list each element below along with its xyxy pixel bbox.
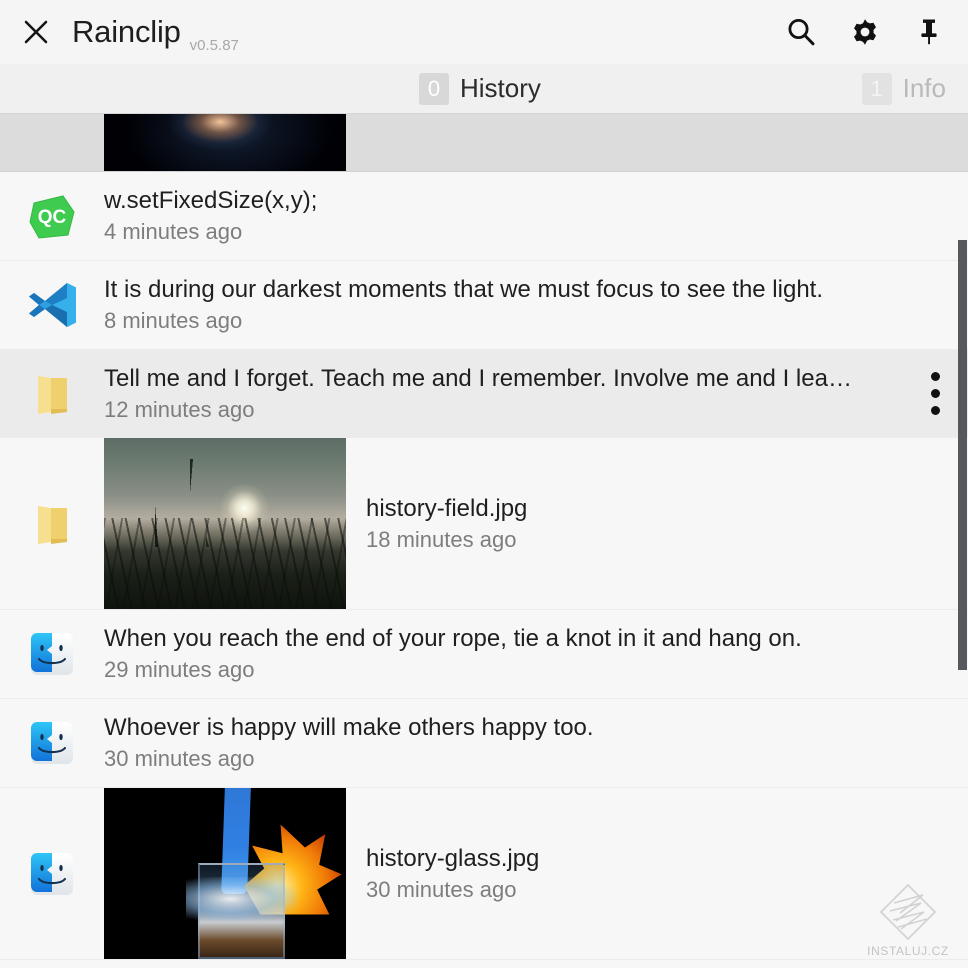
list-item-body: Whoever is happy will make others happy … [104,713,968,773]
overflow-dot [930,372,940,381]
search-icon [788,18,815,46]
title-bar: Rainclip v0.5.87 [0,0,968,64]
close-icon [24,20,48,44]
vscode-icon [29,283,76,327]
tab-info[interactable]: 1 Info [861,64,946,113]
list-item-body: Tell me and I forget. Teach me and I rem… [104,364,902,424]
list-item-icon [0,719,104,767]
list-item-thumbnail [104,438,346,609]
gear-icon [854,19,876,45]
list-item-body: history-glass.jpg 30 minutes ago [346,844,968,904]
list-item[interactable]: Whoever is happy will make others happy … [0,699,968,788]
scrollbar-track[interactable] [957,115,968,968]
list-item[interactable]: history-field.jpg 18 minutes ago [0,438,968,610]
finder-icon [31,722,73,764]
finder-icon [31,852,73,895]
app-version: v0.5.87 [189,37,239,54]
list-item-icon [0,630,104,678]
list-item[interactable]: QC w.setFixedSize(x,y); 4 minutes ago [0,172,968,261]
list-item-icon [0,501,104,547]
list-item-title: history-glass.jpg [366,844,540,872]
list-item-time: 29 minutes ago [104,657,255,683]
image-thumbnail-glass [104,788,346,959]
pin-button[interactable] [912,15,946,49]
list-item-time: 4 minutes ago [104,219,243,245]
qt-creator-icon: QC [29,195,75,239]
titlebar-actions [784,15,946,49]
list-item[interactable]: When you reach the end of your rope, tie… [0,610,968,699]
app-title: Rainclip [72,14,181,49]
tab-info-badge: 1 [861,72,892,105]
tab-info-label: Info [902,73,946,103]
folder-icon [38,375,67,414]
list-item-time: 12 minutes ago [104,396,255,422]
tab-history-badge: 0 [419,72,449,105]
list-item-title: When you reach the end of your rope, tie… [104,625,802,653]
list-item-time: 8 minutes ago [104,308,243,334]
list-item-icon [0,850,104,898]
list-item-icon: QC [0,191,104,241]
list-item-body: history-field.jpg 18 minutes ago [346,494,968,554]
list-item-time: 30 minutes ago [366,876,517,902]
list-item[interactable]: history-glass.jpg 30 minutes ago [0,788,968,960]
list-item-title: It is during our darkest moments that we… [104,276,824,304]
rainclip-window: Rainclip v0.5.87 0 History 1 Info QC w.s… [0,0,968,968]
list-item-body: When you reach the end of your rope, tie… [104,624,968,684]
list-item-title: Whoever is happy will make others happy … [104,714,594,742]
tab-history-label: History [460,73,541,103]
list-item-title: history-field.jpg [366,494,528,522]
folder-icon [38,505,67,544]
finder-icon [31,633,73,675]
list-item-thumbnail [104,788,346,959]
list-item-body: It is during our darkest moments that we… [104,275,968,335]
thumbnail-detail [186,876,298,922]
list-item-time: 18 minutes ago [366,526,517,552]
history-list[interactable]: QC w.setFixedSize(x,y); 4 minutes ago It… [0,114,968,968]
scrollbar-thumb[interactable] [958,240,967,670]
overflow-dot [930,389,940,398]
list-item-time: 30 minutes ago [104,746,255,772]
svg-text:QC: QC [38,207,67,228]
list-item-icon [0,371,104,417]
list-item[interactable]: Tell me and I forget. Teach me and I rem… [0,350,968,438]
list-item-title: Tell me and I forget. Teach me and I rem… [104,364,852,392]
list-item-thumbnail [104,114,346,171]
image-thumbnail-field [104,438,346,609]
overflow-dot [930,406,940,415]
search-button[interactable] [784,15,818,49]
list-item-icon [0,279,104,331]
list-item[interactable]: It is during our darkest moments that we… [0,261,968,350]
list-item-body: w.setFixedSize(x,y); 4 minutes ago [104,186,968,246]
settings-button[interactable] [848,15,882,49]
close-button[interactable] [18,14,54,50]
list-item[interactable] [0,114,968,172]
list-item-title: w.setFixedSize(x,y); [104,187,318,215]
image-thumbnail-night [104,114,346,171]
tab-bar: 0 History 1 Info [0,64,968,114]
pin-icon [921,19,937,45]
tab-history[interactable]: 0 History [419,64,541,113]
